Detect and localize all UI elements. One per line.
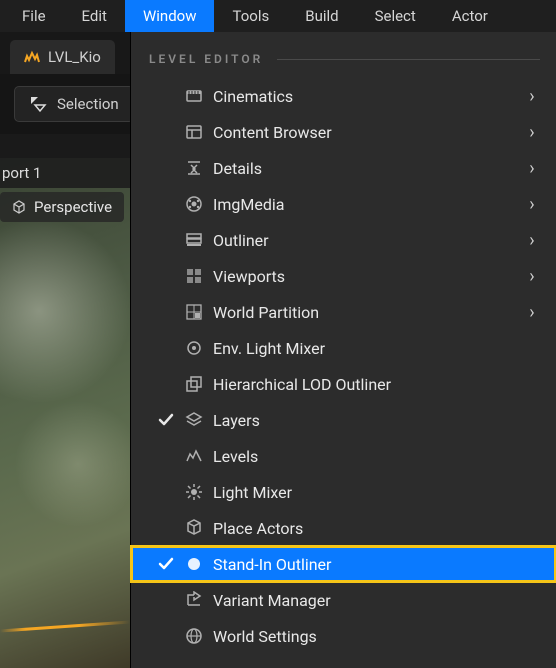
menu-item-label: Env. Light Mixer — [209, 339, 544, 358]
menu-item-label: Hierarchical LOD Outliner — [209, 375, 544, 394]
menu-build[interactable]: Build — [287, 0, 356, 32]
menu-item-levels[interactable]: Levels — [131, 438, 556, 474]
chevron-right-icon: › — [520, 266, 544, 287]
viewports-icon — [179, 267, 209, 285]
variant-manager-icon — [179, 591, 209, 609]
menu-item-outliner[interactable]: Outliner› — [131, 222, 556, 258]
menu-item-env-light-mixer[interactable]: Env. Light Mixer — [131, 330, 556, 366]
menu-actor[interactable]: Actor — [434, 0, 506, 32]
check-column — [153, 555, 179, 573]
menu-item-label: World Settings — [209, 627, 544, 646]
menu-item-label: Cinematics — [209, 87, 520, 106]
world-partition-icon — [179, 303, 209, 321]
dropdown-list: Cinematics›Content Browser›Details›ImgMe… — [131, 78, 556, 654]
level-icon — [24, 50, 40, 64]
chevron-right-icon: › — [520, 194, 544, 215]
imgmedia-icon — [179, 195, 209, 213]
check-column — [153, 411, 179, 429]
dropdown-section-rule — [277, 59, 540, 60]
selection-mode-label: Selection — [57, 95, 119, 113]
window-menu-dropdown: LEVEL EDITOR Cinematics›Content Browser›… — [130, 32, 556, 668]
perspective-label: Perspective — [34, 198, 112, 216]
menu-item-cinematics[interactable]: Cinematics› — [131, 78, 556, 114]
check-icon — [157, 411, 175, 429]
perspective-button[interactable]: Perspective — [0, 192, 124, 222]
menu-item-label: Details — [209, 159, 520, 178]
outliner-icon — [179, 231, 209, 249]
menu-item-label: World Partition — [209, 303, 520, 322]
place-actors-icon — [179, 519, 209, 537]
chevron-right-icon: › — [520, 158, 544, 179]
menu-item-details[interactable]: Details› — [131, 150, 556, 186]
menu-select[interactable]: Select — [357, 0, 434, 32]
chevron-right-icon: › — [520, 86, 544, 107]
cube-icon — [12, 200, 26, 214]
menu-item-place-actors[interactable]: Place Actors — [131, 510, 556, 546]
chevron-right-icon: › — [520, 230, 544, 251]
menu-item-label: Content Browser — [209, 123, 520, 142]
menu-window[interactable]: Window — [125, 0, 215, 32]
menu-item-viewports[interactable]: Viewports› — [131, 258, 556, 294]
menu-item-hierarchical-lod-outliner[interactable]: Hierarchical LOD Outliner — [131, 366, 556, 402]
check-icon — [157, 555, 175, 573]
layers-icon — [179, 411, 209, 429]
menu-item-layers[interactable]: Layers — [131, 402, 556, 438]
menu-item-label: ImgMedia — [209, 195, 520, 214]
menu-item-label: Viewports — [209, 267, 520, 286]
selection-mode-button[interactable]: Selection — [14, 86, 134, 122]
menu-file[interactable]: File — [4, 0, 64, 32]
menu-item-label: Outliner — [209, 231, 520, 250]
menu-item-variant-manager[interactable]: Variant Manager — [131, 582, 556, 618]
menu-item-world-partition[interactable]: World Partition› — [131, 294, 556, 330]
menubar: File Edit Window Tools Build Select Acto… — [0, 0, 556, 32]
dropdown-section-header: LEVEL EDITOR — [131, 32, 556, 78]
menu-item-label: Variant Manager — [209, 591, 544, 610]
standin-outliner-icon — [179, 555, 209, 573]
content-browser-icon — [179, 123, 209, 141]
menu-edit[interactable]: Edit — [64, 0, 125, 32]
levels-icon — [179, 447, 209, 465]
level-tab-label: LVL_Kio — [48, 48, 101, 66]
light-mixer-icon — [179, 483, 209, 501]
viewport-canvas[interactable] — [0, 158, 130, 668]
menu-item-label: Layers — [209, 411, 544, 430]
menu-item-label: Levels — [209, 447, 544, 466]
chevron-right-icon: › — [520, 122, 544, 143]
hlod-outliner-icon — [179, 375, 209, 393]
env-light-mixer-icon — [179, 339, 209, 357]
cursor-box-icon — [29, 95, 47, 113]
viewport-tab[interactable]: port 1 — [0, 158, 130, 188]
menu-item-imgmedia[interactable]: ImgMedia› — [131, 186, 556, 222]
menu-item-label: Light Mixer — [209, 483, 544, 502]
menu-item-stand-in-outliner[interactable]: Stand-In Outliner — [131, 546, 556, 582]
menu-item-label: Stand-In Outliner — [209, 555, 544, 574]
menu-tools[interactable]: Tools — [214, 0, 287, 32]
menu-item-label: Place Actors — [209, 519, 544, 538]
level-tab[interactable]: LVL_Kio — [10, 40, 115, 74]
dropdown-section-label: LEVEL EDITOR — [149, 52, 263, 66]
details-icon — [179, 159, 209, 177]
chevron-right-icon: › — [520, 302, 544, 323]
menu-item-light-mixer[interactable]: Light Mixer — [131, 474, 556, 510]
world-settings-icon — [179, 627, 209, 645]
menu-item-content-browser[interactable]: Content Browser› — [131, 114, 556, 150]
cinematics-icon — [179, 87, 209, 105]
menu-item-world-settings[interactable]: World Settings — [131, 618, 556, 654]
